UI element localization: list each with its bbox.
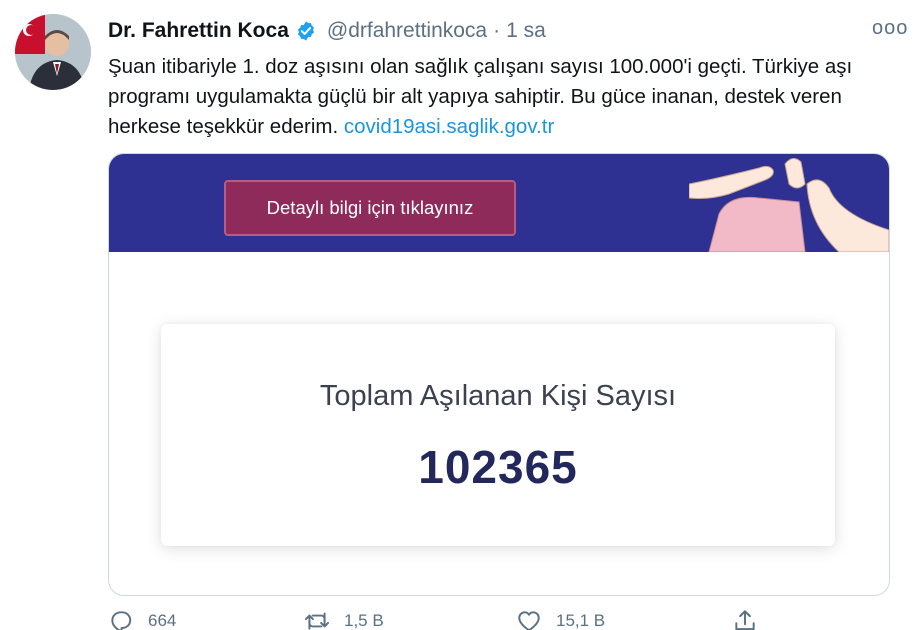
handle[interactable]: @drfahrettinkoca [327, 19, 487, 43]
avatar-image [15, 14, 91, 90]
tweet-header: Dr. Fahrettin Koca @drfahrettinkoca · 1 … [108, 16, 907, 46]
header-separator: · [493, 19, 501, 42]
reply-icon [111, 611, 132, 630]
retweet-button[interactable]: 1,5 B [304, 608, 384, 630]
retweet-count: 1,5 B [344, 611, 384, 630]
tweet-link[interactable]: covid19asi.saglik.gov.tr [344, 115, 554, 138]
stat-label: Toplam Aşılanan Kişi Sayısı [319, 380, 677, 412]
like-count: 15,1 B [556, 611, 606, 630]
vaccination-illustration [689, 158, 889, 252]
reply-button[interactable]: 664 [108, 608, 176, 630]
detail-info-button[interactable]: Detaylı bilgi için tıklayınız [224, 180, 516, 236]
vaccination-stat-box: Toplam Aşılanan Kişi Sayısı 102365 [161, 324, 835, 546]
stat-value: 102365 [418, 441, 578, 493]
timestamp[interactable]: 1 sa [506, 19, 546, 43]
like-button[interactable]: 15,1 B [516, 608, 605, 630]
more-options-icon[interactable]: ooo [872, 16, 907, 40]
retweet-icon [304, 612, 330, 630]
share-button[interactable] [732, 608, 772, 630]
reply-count: 664 [148, 611, 177, 630]
heart-icon [518, 611, 540, 630]
verified-badge-icon [297, 21, 314, 41]
display-name[interactable]: Dr. Fahrettin Koca [108, 19, 289, 43]
tweet-actions: 664 1,5 B 15,1 B [108, 608, 808, 630]
tweet-text: Şuan itibariyle 1. doz aşısını olan sağl… [108, 52, 898, 142]
link-card[interactable]: Detaylı bilgi için tıklayınız Toplam Aşı… [108, 153, 890, 596]
avatar[interactable] [15, 14, 91, 90]
card-banner: Detaylı bilgi için tıklayınız [109, 154, 889, 252]
share-icon [735, 610, 755, 630]
